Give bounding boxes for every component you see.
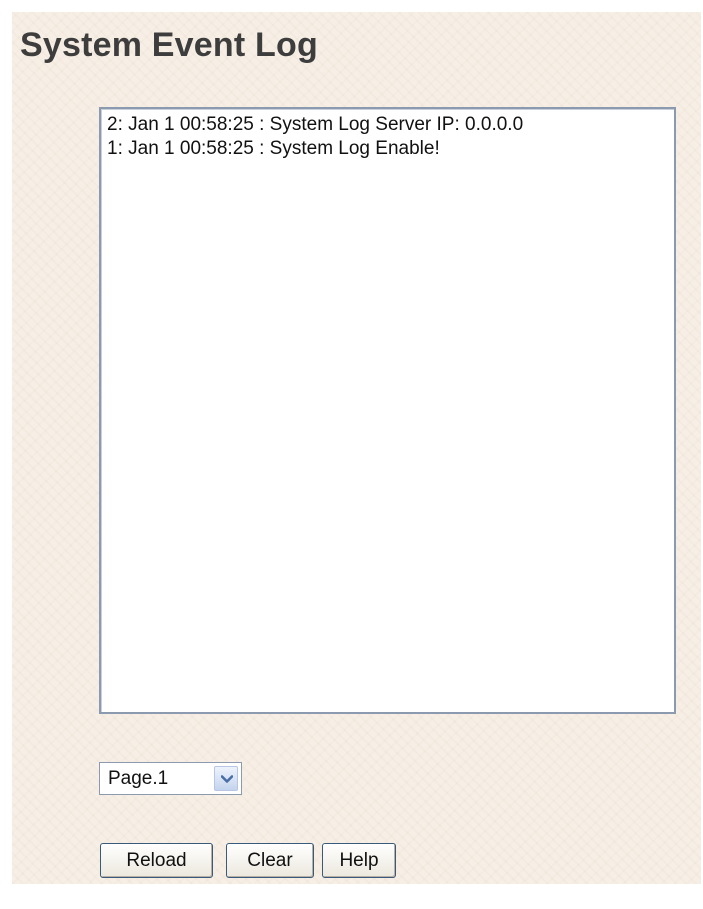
page-select-value: Page.1 [108, 768, 169, 789]
page-container: System Event Log 2: Jan 1 00:58:25 : Sys… [12, 12, 701, 884]
clear-button[interactable]: Clear [226, 843, 314, 878]
event-log-list[interactable]: 2: Jan 1 00:58:25 : System Log Server IP… [99, 107, 676, 714]
log-entries: 2: Jan 1 00:58:25 : System Log Server IP… [101, 109, 674, 161]
log-entry[interactable]: 1: Jan 1 00:58:25 : System Log Enable! [107, 137, 674, 161]
page-select-dropdown-button[interactable] [214, 766, 238, 791]
page-select[interactable]: Page.1 [99, 762, 242, 795]
chevron-down-icon [221, 775, 233, 783]
log-entry[interactable]: 2: Jan 1 00:58:25 : System Log Server IP… [107, 113, 674, 137]
reload-button[interactable]: Reload [100, 843, 213, 878]
help-button[interactable]: Help [322, 843, 396, 878]
page-title: System Event Log [20, 26, 318, 64]
